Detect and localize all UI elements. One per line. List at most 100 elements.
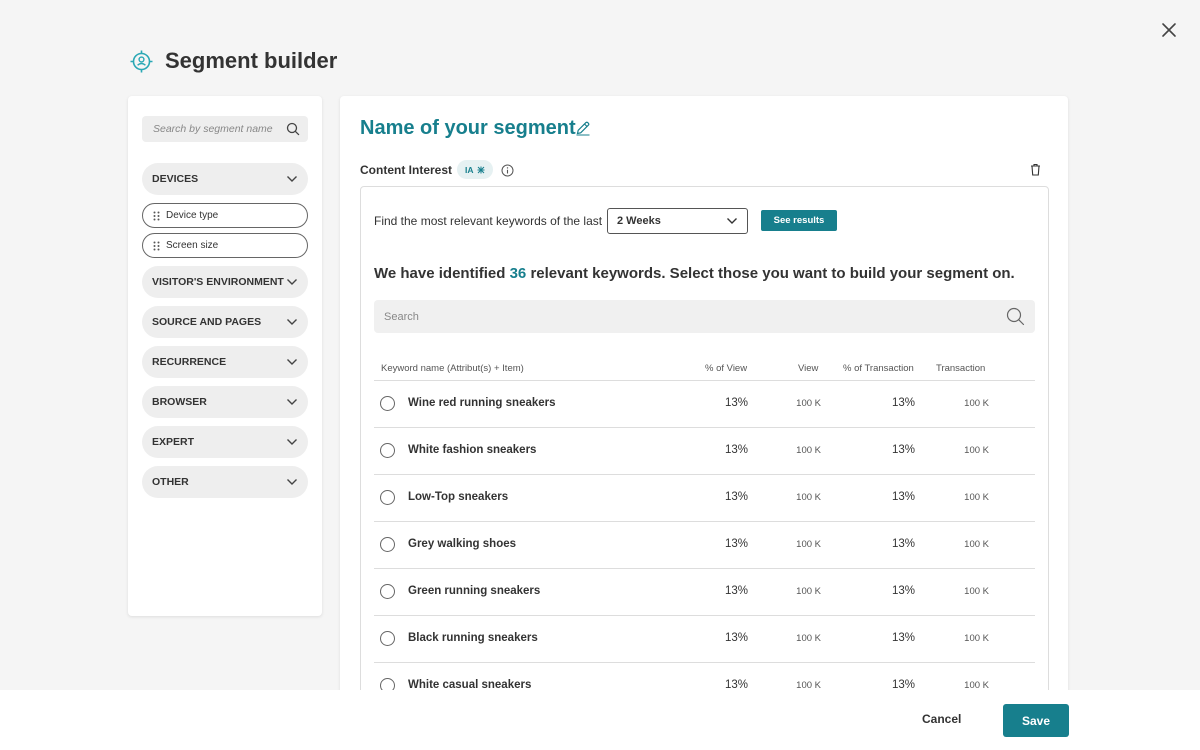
view-value: 100 K [796,445,821,456]
column-transaction: Transaction [936,363,986,374]
pct-view-value: 13% [724,632,748,644]
category-label: DEVICES [152,173,199,185]
criterion-device-type[interactable]: Device type [142,203,308,228]
category-expert[interactable]: EXPERT [142,426,308,458]
view-value: 100 K [796,539,821,550]
keyword-name: Black running sneakers [408,632,538,644]
view-value: 100 K [796,633,821,644]
category-label: EXPERT [152,436,195,448]
ai-sparkle-icon [477,166,484,173]
pct-transaction-value: 13% [891,491,915,503]
category-visitors-environment[interactable]: VISITOR'S ENVIRONMENT [142,266,308,298]
footer-bar: Cancel Save [0,690,1200,750]
transaction-value: 100 K [964,633,989,644]
identified-summary: We have identified 36 relevant keywords.… [374,265,1015,282]
pct-transaction-value: 13% [891,585,915,597]
keyword-name: Green running sneakers [408,585,541,597]
keyword-checkbox[interactable] [380,443,395,458]
category-devices[interactable]: DEVICES [142,163,308,195]
pct-view-value: 13% [724,491,748,503]
table-row: Low-Top sneakers 13% 100 K 13% 100 K [374,475,1035,522]
period-label: Find the most relevant keywords of the l… [374,214,603,228]
table-row: Green running sneakers 13% 100 K 13% 100… [374,569,1035,616]
segment-user-icon [130,50,153,72]
pct-transaction-value: 13% [891,397,915,409]
category-source-and-pages[interactable]: SOURCE AND PAGES [142,306,308,338]
table-row: Wine red running sneakers 13% 100 K 13% … [374,381,1035,428]
chevron-down-icon [286,398,298,406]
category-label: VISITOR'S ENVIRONMENT [152,276,284,288]
transaction-value: 100 K [964,492,989,503]
trash-icon[interactable] [1030,163,1041,176]
ia-badge: IA [457,160,493,179]
keyword-search-input[interactable] [384,310,984,323]
keyword-panel: Find the most relevant keywords of the l… [360,186,1049,696]
keyword-checkbox[interactable] [380,490,395,505]
chevron-down-icon [726,217,738,225]
criterion-screen-size[interactable]: Screen size [142,233,308,258]
sidebar: DEVICES Device type Screen size VISITOR'… [128,96,322,616]
table-row: Black running sneakers 13% 100 K 13% 100… [374,616,1035,663]
keyword-count: 36 [509,265,527,282]
keyword-checkbox[interactable] [380,537,395,552]
period-select[interactable]: 2 Weeks [607,208,748,234]
segment-search-input[interactable] [153,123,283,135]
category-browser[interactable]: BROWSER [142,386,308,418]
search-icon[interactable] [1006,307,1025,326]
keyword-checkbox[interactable] [380,584,395,599]
see-results-button[interactable]: See results [761,210,837,231]
drag-handle-icon[interactable] [153,211,160,221]
keyword-name: Wine red running sneakers [408,397,556,409]
keyword-checkbox[interactable] [380,631,395,646]
drag-handle-icon[interactable] [153,241,160,251]
column-keyword: Keyword name (Attribut(s) + Item) [381,363,524,374]
pct-view-value: 13% [724,444,748,456]
transaction-value: 100 K [964,539,989,550]
cancel-button[interactable]: Cancel [922,712,961,726]
table-row: Grey walking shoes 13% 100 K 13% 100 K [374,522,1035,569]
save-button[interactable]: Save [1003,704,1069,737]
transaction-value: 100 K [964,445,989,456]
transaction-value: 100 K [964,398,989,409]
page-header: Segment builder [129,48,337,74]
chevron-down-icon [286,278,298,286]
column-view: View [798,363,819,374]
category-recurrence[interactable]: RECURRENCE [142,346,308,378]
keyword-name: White fashion sneakers [408,444,537,456]
chevron-down-icon [286,175,298,183]
pct-transaction-value: 13% [891,444,915,456]
keyword-checkbox[interactable] [380,396,395,411]
column-pct-transaction: % of Transaction [843,363,914,374]
search-icon[interactable] [286,122,300,136]
pct-transaction-value: 13% [891,538,915,550]
info-icon[interactable] [501,164,514,177]
ia-badge-label: IA [465,164,474,175]
transaction-value: 100 K [964,586,989,597]
column-pct-view: % of View [705,363,748,374]
criterion-label: Screen size [166,240,219,251]
chevron-down-icon [286,478,298,486]
keyword-search[interactable] [374,300,1035,333]
view-value: 100 K [796,586,821,597]
segment-panel: Name of your segment Content Interest IA… [340,96,1068,696]
pencil-edit-icon[interactable] [575,120,591,136]
category-other[interactable]: OTHER [142,466,308,498]
category-label: BROWSER [152,396,207,408]
chevron-down-icon [286,438,298,446]
category-label: SOURCE AND PAGES [152,316,262,328]
category-label: OTHER [152,476,189,488]
pct-transaction-value: 13% [891,632,915,644]
identified-prefix: We have identified [374,265,506,282]
keyword-name: Low-Top sneakers [408,491,509,503]
content-interest-label: Content Interest [360,163,453,177]
criterion-label: Device type [166,210,219,221]
page-title: Segment builder [165,48,338,73]
segment-name: Name of your segment [360,117,576,139]
chevron-down-icon [286,318,298,326]
segment-search[interactable] [142,116,308,142]
pct-view-value: 13% [724,397,748,409]
identified-suffix: relevant keywords. Select those you want… [530,265,1015,282]
category-label: RECURRENCE [152,356,227,368]
close-icon[interactable] [1160,21,1178,39]
view-value: 100 K [796,492,821,503]
